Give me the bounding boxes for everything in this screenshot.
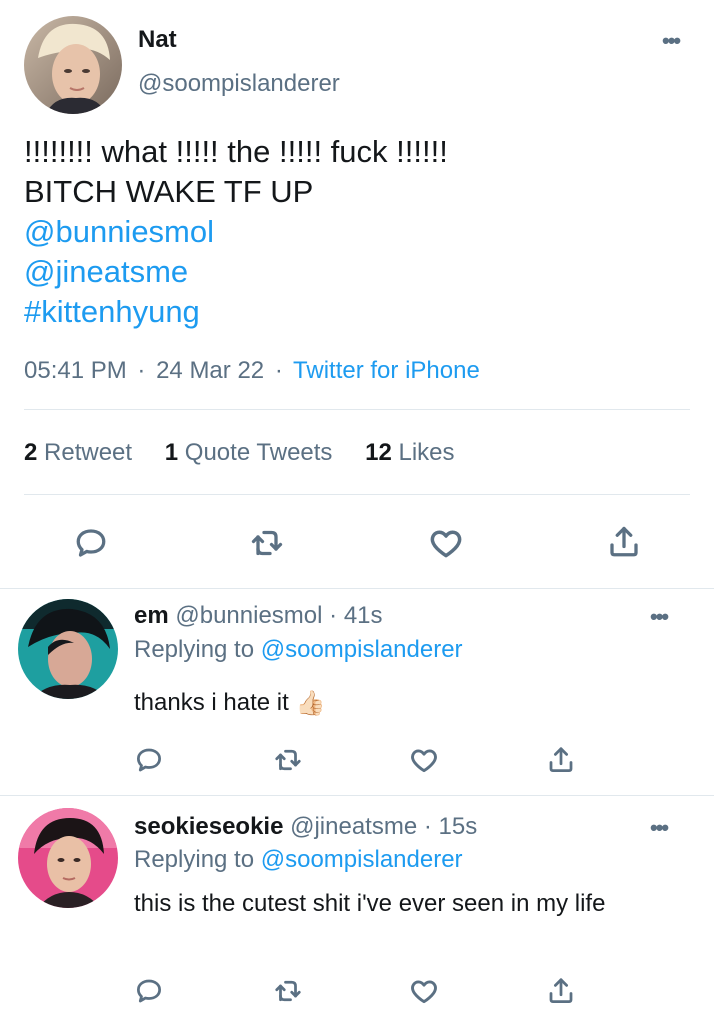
replying-to: Replying to @soompislanderer (134, 846, 463, 874)
main-tweet: Nat @soompislanderer ••• !!!!!!!! what !… (0, 0, 714, 588)
tweet-meta: 05:41 PM · 24 Mar 22 · Twitter for iPhon… (24, 357, 484, 385)
retweet-icon[interactable] (247, 523, 287, 563)
hashtag-link[interactable]: #kittenhyung (24, 292, 448, 332)
reply-text: thanks i hate it 👍🏻 (134, 686, 674, 720)
retweet-stat[interactable]: 2 Retweet (24, 439, 158, 466)
like-stat[interactable]: 12 Likes (365, 439, 480, 466)
reply-icon[interactable] (71, 523, 111, 563)
tweet-text: !!!!!!!! what !!!!! the !!!!! fuck !!!!!… (24, 132, 448, 332)
tweet-date[interactable]: 24 Mar 22 (156, 357, 264, 384)
quote-label: Quote Tweets (184, 439, 333, 466)
share-icon[interactable] (604, 522, 644, 562)
author-avatar[interactable] (24, 16, 122, 114)
tweet-text-line: BITCH WAKE TF UP (24, 174, 314, 209)
quote-count: 1 (164, 439, 179, 466)
reply-avatar[interactable] (18, 808, 118, 908)
like-icon[interactable] (406, 974, 442, 1008)
reply-icon[interactable] (132, 743, 166, 777)
divider (24, 494, 690, 495)
mention-link[interactable]: @bunniesmol (24, 212, 448, 252)
reply-header: seokieseokie @jineatsme · 15s (134, 813, 477, 841)
tweet-time[interactable]: 05:41 PM (24, 357, 127, 384)
tweet-source[interactable]: Twitter for iPhone (293, 357, 480, 384)
reply-avatar[interactable] (18, 599, 118, 699)
reply-text: this is the cutest shit i've ever seen i… (134, 890, 606, 917)
reply-author-name[interactable]: em (134, 602, 169, 629)
mention-link[interactable]: @jineatsme (24, 252, 448, 292)
retweet-count: 2 (24, 439, 38, 466)
reply-author-handle[interactable]: @jineatsme (290, 813, 417, 840)
like-icon[interactable] (425, 522, 467, 564)
replying-to-label: Replying to (134, 636, 255, 663)
share-icon[interactable] (544, 743, 578, 777)
reply-icon[interactable] (132, 974, 166, 1008)
author-handle[interactable]: @soompislanderer (138, 70, 340, 98)
quote-stat[interactable]: 1 Quote Tweets (165, 439, 359, 466)
retweet-icon[interactable] (270, 743, 306, 777)
thumbs-up-emoji: 👍🏻 (295, 690, 326, 718)
like-count: 12 (365, 439, 392, 466)
reply-text-content: thanks i hate it (134, 689, 289, 716)
reply-tweet[interactable]: seokieseokie @jineatsme · 15s ••• Replyi… (0, 796, 714, 1024)
meta-separator: · (274, 357, 283, 384)
author-name[interactable]: Nat (138, 26, 177, 54)
tweet-stats: 2 Retweet 1 Quote Tweets 12 Likes (24, 439, 481, 467)
divider (24, 409, 690, 410)
reply-separator: · (423, 813, 432, 840)
replying-to: Replying to @soompislanderer (134, 636, 463, 664)
replying-to-link[interactable]: @soompislanderer (261, 846, 463, 873)
more-icon[interactable]: ••• (650, 604, 669, 630)
replying-to-link[interactable]: @soompislanderer (261, 636, 463, 663)
retweet-icon[interactable] (270, 974, 306, 1008)
more-icon[interactable]: ••• (662, 28, 681, 54)
reply-time[interactable]: 15s (439, 813, 478, 840)
more-icon[interactable]: ••• (650, 815, 669, 841)
meta-separator: · (137, 357, 146, 384)
share-icon[interactable] (544, 974, 578, 1008)
reply-separator: · (329, 602, 338, 629)
reply-tweet[interactable]: em @bunniesmol · 41s ••• Replying to @so… (0, 589, 714, 795)
tweet-text-line: !!!!!!!! what !!!!! the !!!!! fuck !!!!!… (24, 134, 448, 169)
retweet-label: Retweet (44, 439, 133, 466)
reply-time[interactable]: 41s (344, 602, 383, 629)
reply-header: em @bunniesmol · 41s (134, 602, 383, 630)
like-label: Likes (398, 439, 455, 466)
reply-author-handle[interactable]: @bunniesmol (175, 602, 322, 629)
like-icon[interactable] (406, 743, 442, 777)
replying-to-label: Replying to (134, 846, 255, 873)
reply-author-name[interactable]: seokieseokie (134, 813, 283, 840)
